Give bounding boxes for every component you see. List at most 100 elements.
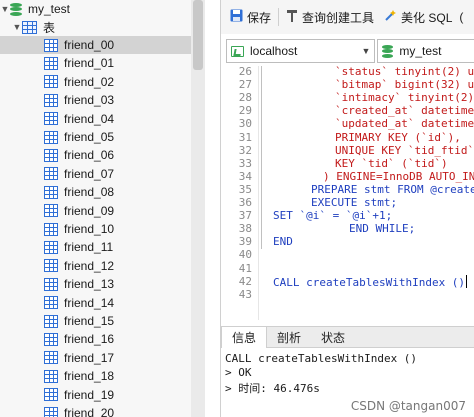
table-icon xyxy=(44,406,58,417)
save-button[interactable]: 保存 xyxy=(225,5,276,29)
table-icon xyxy=(44,167,58,181)
tree-item-table[interactable]: friend_16 xyxy=(0,330,191,348)
code-line: UNIQUE KEY `tid_ftid` xyxy=(335,144,474,157)
code-text: PRIMARY KEY (`id`), xyxy=(335,130,461,144)
tree-item-table[interactable]: friend_01 xyxy=(0,54,191,72)
line-number: 26 xyxy=(238,66,252,78)
table-icon xyxy=(44,259,58,273)
line-number: 30 xyxy=(238,117,252,131)
tree-item-table[interactable]: friend_08 xyxy=(0,183,191,201)
tree-item-table[interactable]: friend_20 xyxy=(0,404,191,417)
tree-item-table[interactable]: friend_14 xyxy=(0,294,191,312)
code-text: CALL createTablesWithIndex () xyxy=(273,275,466,289)
toolbar-overflow-button[interactable]: ( xyxy=(457,5,468,29)
tree-item-table[interactable]: friend_00 xyxy=(0,36,191,54)
watermark: CSDN @tangan007 xyxy=(350,399,466,413)
table-name: friend_01 xyxy=(64,56,115,71)
tree-item-table[interactable]: friend_18 xyxy=(0,367,191,385)
tree-scrollbar-thumb[interactable] xyxy=(193,0,203,70)
tree-item-table[interactable]: friend_03 xyxy=(0,91,191,109)
code-text: SET `@i` = `@i`+1; xyxy=(273,209,393,223)
tree-tables-folder[interactable]: ▼ 表 xyxy=(0,18,191,36)
table-icon xyxy=(44,240,58,254)
line-number: 37 xyxy=(238,209,252,223)
line-number: 36 xyxy=(238,196,252,209)
tables-folder-label: 表 xyxy=(43,20,56,35)
tree-item-table[interactable]: friend_07 xyxy=(0,165,191,183)
line-number: 43 xyxy=(238,287,252,301)
code-line: END xyxy=(273,235,293,248)
tree-database-node[interactable]: ▼ my_test xyxy=(0,0,191,18)
code-text: `updated_at` datetime xyxy=(335,117,474,131)
tree-item-table[interactable]: friend_05 xyxy=(0,128,191,146)
beautify-sql-button[interactable]: 美化 SQL xyxy=(379,5,457,29)
code-text: `status` tinyint(2) un xyxy=(335,66,474,78)
tab-status[interactable]: 状态 xyxy=(311,327,355,348)
table-name: friend_03 xyxy=(64,93,115,108)
tab-info[interactable]: 信息 xyxy=(221,327,268,348)
table-name: friend_15 xyxy=(64,314,115,328)
toolbar-overflow-label: ( xyxy=(459,10,464,24)
result-tabs: 信息 剖析 状态 xyxy=(221,326,474,348)
line-number: 32 xyxy=(238,143,252,157)
table-name: friend_17 xyxy=(64,350,115,365)
tree-item-table[interactable]: friend_12 xyxy=(0,257,191,275)
table-name: friend_16 xyxy=(64,332,115,347)
code-text: ) ENGINE=InnoDB AUTO_INC xyxy=(323,169,474,183)
code-text: PREPARE stmt FROM @createS xyxy=(311,182,474,196)
connection-icon xyxy=(231,45,244,57)
code-line: `updated_at` datetime xyxy=(335,117,474,130)
text-caret xyxy=(466,274,468,288)
tree-item-table[interactable]: friend_04 xyxy=(0,110,191,128)
table-name: friend_14 xyxy=(64,295,115,310)
tree-item-table[interactable]: friend_06 xyxy=(0,146,191,164)
line-number: 27 xyxy=(238,78,252,92)
code-line: EXECUTE stmt; xyxy=(311,196,397,209)
line-number: 41 xyxy=(238,261,252,275)
code-line: END WHILE; xyxy=(349,222,415,235)
code-text: `created_at` datetime xyxy=(335,104,474,118)
code-line: ) ENGINE=InnoDB AUTO_INC xyxy=(323,170,474,183)
table-icon xyxy=(44,369,58,383)
database-select-value: my_test xyxy=(399,44,442,58)
code-line: `bitmap` bigint(32) un xyxy=(335,78,474,91)
chevron-down-icon[interactable]: ▼ xyxy=(0,4,10,14)
table-name: friend_00 xyxy=(64,38,115,52)
database-select[interactable]: my_test xyxy=(377,39,474,63)
line-number: 38 xyxy=(238,222,252,236)
tab-profile[interactable]: 剖析 xyxy=(267,327,311,348)
tree-item-table[interactable]: friend_19 xyxy=(0,386,191,404)
object-tree[interactable]: ▼ my_test ▼ 表 friend_00 friend_01 friend_0… xyxy=(0,0,205,417)
query-builder-button[interactable]: 查询创建工具 xyxy=(281,5,379,29)
code-line: `intimacy` tinyint(2) xyxy=(335,91,474,104)
code-text: EXECUTE stmt; xyxy=(311,196,398,209)
code-text: END WHILE; xyxy=(349,222,416,236)
tree-item-table[interactable]: friend_15 xyxy=(0,312,191,330)
tree-scrollbar[interactable] xyxy=(191,0,205,417)
query-builder-label: 查询创建工具 xyxy=(302,10,375,25)
connection-select[interactable]: localhost ▼ xyxy=(226,39,376,63)
tree-item-table[interactable]: friend_17 xyxy=(0,349,191,367)
save-label: 保存 xyxy=(247,10,272,25)
tree-item-table[interactable]: friend_02 xyxy=(0,73,191,91)
database-icon xyxy=(382,44,394,58)
table-name: friend_09 xyxy=(64,203,115,218)
chevron-down-icon[interactable]: ▼ xyxy=(12,22,22,32)
tree-item-table[interactable]: friend_10 xyxy=(0,220,191,238)
code-line: PREPARE stmt FROM @createS xyxy=(311,183,474,196)
code-line: SET `@i` = `@i`+1; xyxy=(273,209,392,222)
output-line: > OK xyxy=(225,366,252,379)
table-name: friend_04 xyxy=(64,111,115,126)
tree-item-table[interactable]: friend_09 xyxy=(0,202,191,220)
table-name: friend_08 xyxy=(64,185,115,200)
code-line: `created_at` datetime xyxy=(335,104,474,117)
save-icon xyxy=(230,9,243,25)
editor-toolbar: 保存 查询创建工具 美化 SQL ( xyxy=(221,0,474,34)
database-icon xyxy=(10,2,22,16)
line-number: 35 xyxy=(238,182,252,196)
tree-item-table[interactable]: friend_13 xyxy=(0,275,191,293)
sql-editor[interactable]: 26 27 28 29 30 31 32 33 34 35 36 37 38 39 40 41 42 43 `st… xyxy=(221,66,474,320)
table-icon xyxy=(44,93,58,107)
code-line: PRIMARY KEY (`id`), xyxy=(335,131,461,144)
tree-item-table[interactable]: friend_11 xyxy=(0,238,191,256)
